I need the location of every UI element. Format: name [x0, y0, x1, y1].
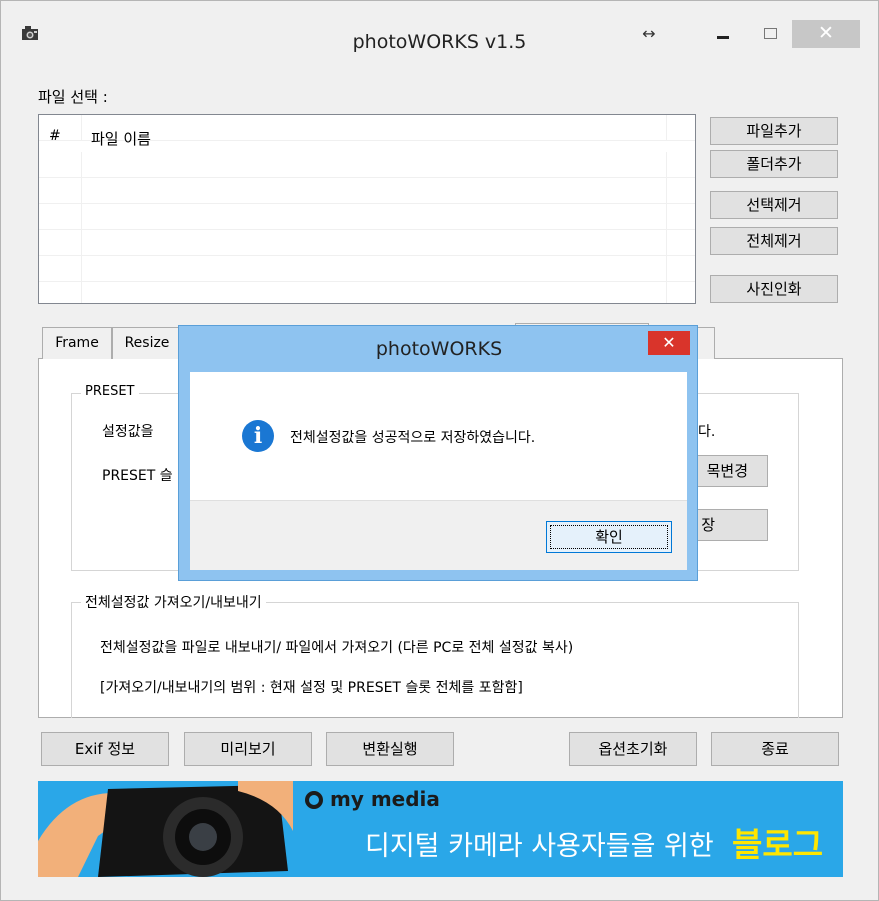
column-header-number[interactable]: #: [49, 128, 61, 144]
preset-line-1-tail: 다.: [698, 424, 716, 440]
remove-all-button[interactable]: 전체제거: [710, 227, 838, 255]
dialog-body: i 전체설정값을 성공적으로 저장하였습니다.: [190, 372, 687, 500]
column-header-filename[interactable]: 파일 이름: [91, 128, 151, 149]
minimize-icon: [717, 36, 729, 39]
ok-button[interactable]: 확인: [546, 521, 672, 553]
dialog-footer: 확인: [190, 500, 687, 570]
preset-group-title: PRESET: [81, 384, 139, 399]
camera-hand-image: [38, 781, 293, 877]
minimize-button[interactable]: [701, 21, 745, 47]
add-folder-button[interactable]: 폴더추가: [710, 150, 838, 178]
tab-resize[interactable]: Resize: [112, 327, 182, 359]
close-button[interactable]: ✕: [792, 20, 860, 48]
title-bar: photoWORKS v1.5 ↔ ✕: [1, 1, 878, 53]
exit-button[interactable]: 종료: [711, 732, 839, 766]
global-settings-desc-1: 전체설정값을 파일로 내보내기/ 파일에서 가져오기 (다른 PC로 전체 설정…: [100, 640, 574, 656]
preset-line-1: 설정값을: [102, 424, 154, 440]
dialog-title: photoWORKS: [375, 338, 503, 360]
exif-info-button[interactable]: Exif 정보: [41, 732, 169, 766]
remove-selected-button[interactable]: 선택제거: [710, 191, 838, 219]
list-item[interactable]: [39, 152, 695, 178]
reset-options-button[interactable]: 옵션초기화: [569, 732, 697, 766]
global-settings-title: 전체설정값 가져오기/내보내기: [81, 592, 266, 612]
info-icon: i: [242, 420, 274, 452]
dialog-message: 전체설정값을 성공적으로 저장하였습니다.: [290, 430, 536, 446]
list-item[interactable]: [39, 278, 695, 303]
brand-name: my media: [330, 787, 440, 811]
add-file-button[interactable]: 파일추가: [710, 117, 838, 145]
message-dialog: photoWORKS ✕ i 전체설정값을 성공적으로 저장하였습니다. 확인: [178, 325, 698, 581]
resize-arrows-icon[interactable]: ↔: [638, 24, 660, 43]
list-item[interactable]: [39, 204, 695, 230]
list-item[interactable]: [39, 230, 695, 256]
focus-rect: [550, 525, 668, 549]
maximize-button[interactable]: [747, 21, 791, 47]
preset-line-2: PRESET 슬: [102, 468, 173, 484]
tab-frame[interactable]: Frame: [42, 327, 112, 359]
file-select-label: 파일 선택 :: [38, 88, 108, 106]
file-list[interactable]: # 파일 이름: [38, 114, 696, 304]
banner-highlight: 블로그: [732, 825, 824, 864]
ad-banner[interactable]: my media 디지털 카메라 사용자들을 위한 블로그: [38, 781, 843, 877]
global-settings-desc-2: [가져오기/내보내기의 범위 : 현재 설정 및 PRESET 슬롯 전체를 포…: [100, 680, 523, 696]
print-photo-button[interactable]: 사진인화: [710, 275, 838, 303]
global-settings-group: [71, 602, 799, 718]
preview-button[interactable]: 미리보기: [184, 732, 312, 766]
list-item[interactable]: [39, 178, 695, 204]
maximize-icon: [764, 28, 777, 39]
banner-text: 디지털 카메라 사용자들을 위한: [365, 831, 714, 862]
dialog-close-button[interactable]: ✕: [648, 331, 690, 355]
my-media-logo-icon: [305, 791, 323, 809]
convert-button[interactable]: 변환실행: [326, 732, 454, 766]
